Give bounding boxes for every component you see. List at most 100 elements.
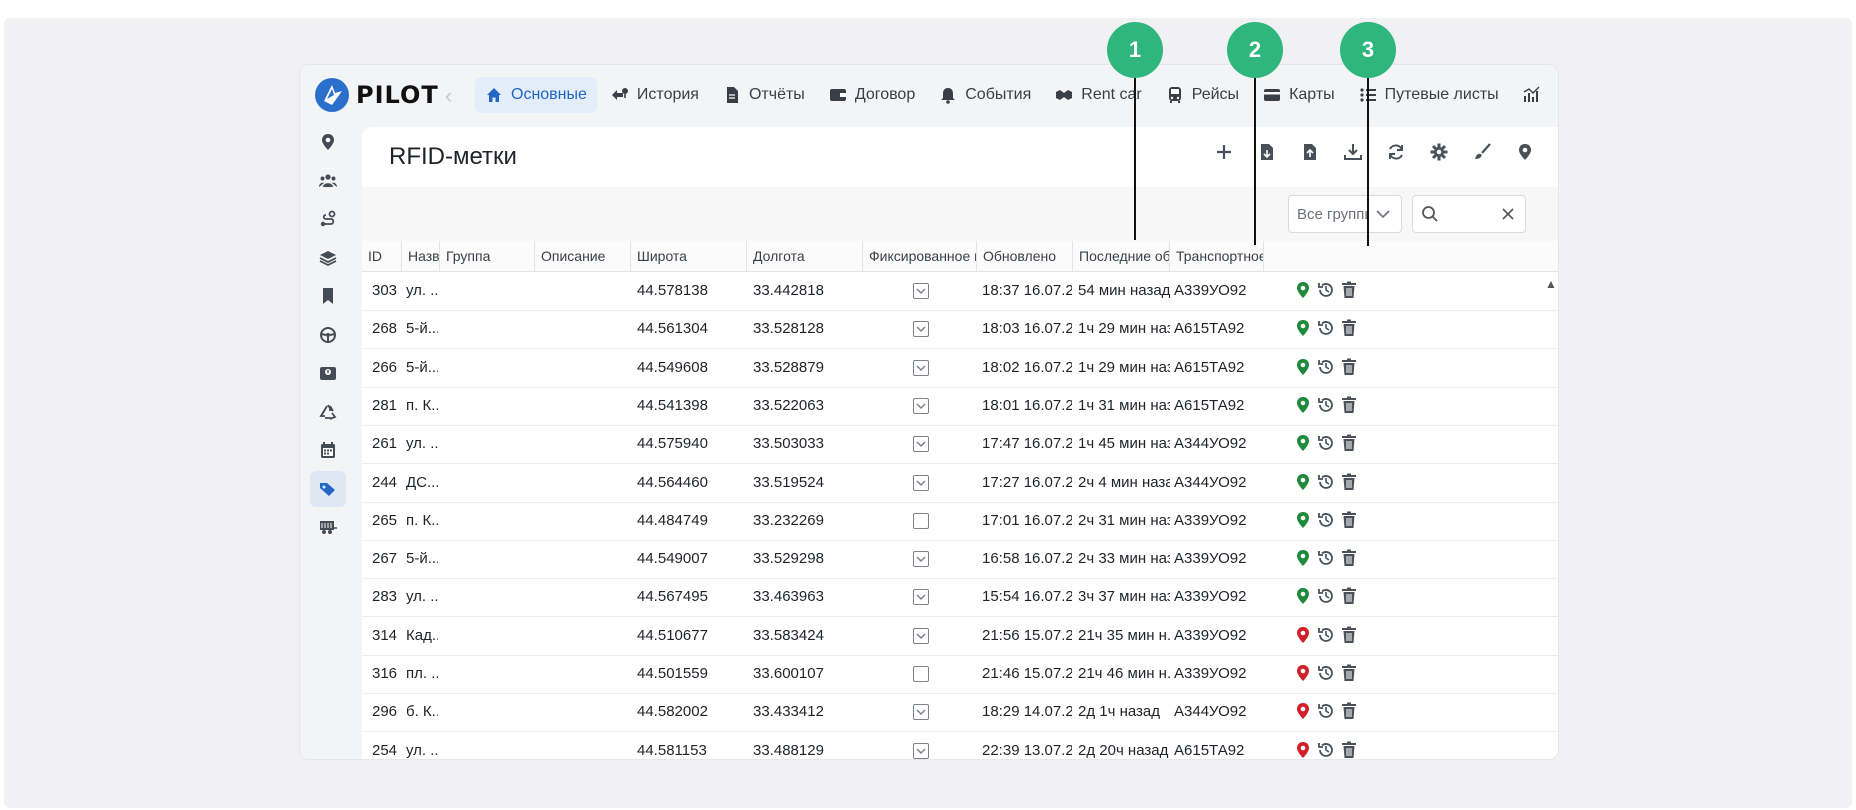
clear-icon[interactable] bbox=[1501, 207, 1515, 221]
delete-button[interactable] bbox=[1340, 702, 1360, 722]
sidebar-item-map-pin[interactable] bbox=[317, 131, 339, 153]
sidebar-item-recycle[interactable] bbox=[317, 401, 339, 423]
show-on-map-button[interactable] bbox=[1294, 664, 1314, 684]
column-header[interactable]: Долгота bbox=[747, 241, 863, 271]
nav-item-8[interactable]: Карты bbox=[1253, 77, 1345, 113]
nav-item-2[interactable]: История bbox=[601, 77, 709, 113]
history-button[interactable] bbox=[1317, 396, 1337, 416]
delete-button[interactable] bbox=[1340, 511, 1360, 531]
delete-button[interactable] bbox=[1340, 741, 1360, 759]
table-row[interactable]: 265 п. К... 44.484749 33.232269 17:01 16.07.… bbox=[362, 502, 1558, 541]
column-header[interactable]: Название bbox=[402, 241, 440, 271]
column-header[interactable]: Широта bbox=[631, 241, 747, 271]
show-on-map-button[interactable] bbox=[1294, 511, 1314, 531]
show-on-map-button[interactable] bbox=[1294, 741, 1314, 759]
fixed-place-checkbox[interactable] bbox=[913, 512, 929, 529]
nav-item-9[interactable]: Путевые листы bbox=[1349, 77, 1509, 113]
table-row[interactable]: 254 ул. ... 44.581153 33.488129 22:39 13.07.… bbox=[362, 732, 1558, 759]
show-on-map-button[interactable] bbox=[1294, 281, 1314, 301]
nav-item-5[interactable]: События bbox=[929, 77, 1041, 113]
fixed-place-checkbox[interactable] bbox=[913, 283, 929, 299]
nav-item-7[interactable]: Рейсы bbox=[1156, 77, 1249, 113]
history-button[interactable] bbox=[1317, 702, 1337, 722]
table-row[interactable]: 266 5-й... 44.549608 33.528879 18:02 16.07.2… bbox=[362, 349, 1558, 388]
settings-button[interactable] bbox=[1428, 141, 1450, 163]
table-row[interactable]: 281 п. К... 44.541398 33.522063 18:01 16.07.… bbox=[362, 387, 1558, 426]
table-row[interactable]: 268 5-й... 44.561304 33.528128 18:03 16.07.2… bbox=[362, 310, 1558, 350]
column-header[interactable]: Описание bbox=[535, 241, 631, 271]
sidebar-item-users[interactable] bbox=[317, 170, 339, 192]
show-on-map-button[interactable] bbox=[1294, 358, 1314, 378]
export-button[interactable] bbox=[1299, 141, 1321, 163]
plus-button[interactable] bbox=[1213, 141, 1235, 163]
history-button[interactable] bbox=[1317, 358, 1337, 378]
show-on-map-button[interactable] bbox=[1294, 626, 1314, 646]
delete-button[interactable] bbox=[1340, 434, 1360, 454]
delete-button[interactable] bbox=[1340, 549, 1360, 569]
table-row[interactable]: 296 б. К... 44.582002 33.433412 18:29 14.07.… bbox=[362, 693, 1558, 733]
fixed-place-checkbox[interactable] bbox=[913, 627, 929, 644]
table-row[interactable]: 314 Кад... 44.510677 33.583424 21:56 15.07.2… bbox=[362, 617, 1558, 656]
table-row[interactable]: 316 пл. ... 44.501559 33.600107 21:46 15.07.… bbox=[362, 655, 1558, 694]
show-on-map-button[interactable] bbox=[1294, 473, 1314, 493]
fixed-place-checkbox[interactable] bbox=[913, 742, 929, 759]
table-row[interactable]: 283 ул. ... 44.567495 33.463963 15:54 16.07.… bbox=[362, 578, 1558, 618]
map-pin-button[interactable] bbox=[1514, 141, 1536, 163]
nav-scroll-left-icon[interactable]: ‹ bbox=[445, 83, 452, 109]
nav-item-1[interactable]: Основные bbox=[475, 77, 597, 113]
table-row[interactable]: 267 5-й... 44.549007 33.529298 16:58 16.07. 2… bbox=[362, 540, 1558, 580]
history-button[interactable] bbox=[1317, 549, 1337, 569]
nav-item-3[interactable]: Отчёты bbox=[713, 77, 815, 113]
sidebar-item-tags[interactable] bbox=[317, 478, 339, 500]
import-button[interactable] bbox=[1256, 141, 1278, 163]
fixed-place-checkbox[interactable] bbox=[913, 551, 929, 568]
group-filter-select[interactable]: Все группы bbox=[1288, 195, 1402, 233]
history-button[interactable] bbox=[1317, 319, 1337, 339]
fixed-place-checkbox[interactable] bbox=[913, 589, 929, 606]
fixed-place-checkbox[interactable] bbox=[913, 359, 929, 376]
history-button[interactable] bbox=[1317, 626, 1337, 646]
column-header[interactable]: Обновлено bbox=[977, 241, 1073, 271]
fixed-place-checkbox[interactable] bbox=[913, 666, 929, 682]
column-header[interactable]: Группа bbox=[440, 241, 535, 271]
column-header[interactable]: Последние обновления bbox=[1073, 241, 1170, 271]
sidebar-item-calendar[interactable] bbox=[317, 439, 339, 461]
show-on-map-button[interactable] bbox=[1294, 587, 1314, 607]
show-on-map-button[interactable] bbox=[1294, 549, 1314, 569]
table-row[interactable]: 244 ДС... 44.564460 33.519524 17:27 16.07.2.… bbox=[362, 464, 1558, 503]
search-input[interactable] bbox=[1412, 195, 1526, 233]
delete-button[interactable] bbox=[1340, 626, 1360, 646]
column-header[interactable]: ID bbox=[362, 241, 402, 271]
delete-button[interactable] bbox=[1340, 396, 1360, 416]
history-button[interactable] bbox=[1317, 281, 1337, 301]
download-button[interactable] bbox=[1342, 141, 1364, 163]
sidebar-item-bookmark[interactable] bbox=[317, 285, 339, 307]
delete-button[interactable] bbox=[1340, 587, 1360, 607]
sidebar-item-trailer[interactable] bbox=[317, 516, 339, 538]
fixed-place-checkbox[interactable] bbox=[913, 436, 929, 453]
delete-button[interactable] bbox=[1340, 281, 1360, 301]
delete-button[interactable] bbox=[1340, 319, 1360, 339]
brush-button[interactable] bbox=[1471, 141, 1493, 163]
history-button[interactable] bbox=[1317, 741, 1337, 759]
fixed-place-checkbox[interactable] bbox=[913, 321, 929, 338]
show-on-map-button[interactable] bbox=[1294, 396, 1314, 416]
nav-item-4[interactable]: Договор bbox=[819, 77, 925, 113]
logo[interactable]: PILOT bbox=[314, 77, 439, 113]
fixed-place-checkbox[interactable] bbox=[913, 474, 929, 491]
sidebar-item-steering-wheel[interactable] bbox=[317, 324, 339, 346]
delete-button[interactable] bbox=[1340, 358, 1360, 378]
history-button[interactable] bbox=[1317, 434, 1337, 454]
sidebar-item-fuel-card[interactable] bbox=[317, 362, 339, 384]
fixed-place-checkbox[interactable] bbox=[913, 397, 929, 414]
nav-item-analytics[interactable] bbox=[1513, 77, 1558, 113]
history-button[interactable] bbox=[1317, 511, 1337, 531]
history-button[interactable] bbox=[1317, 587, 1337, 607]
delete-button[interactable] bbox=[1340, 664, 1360, 684]
show-on-map-button[interactable] bbox=[1294, 702, 1314, 722]
column-header[interactable]: Фиксированное место bbox=[863, 241, 977, 271]
fixed-place-checkbox[interactable] bbox=[913, 704, 929, 721]
show-on-map-button[interactable] bbox=[1294, 319, 1314, 339]
history-button[interactable] bbox=[1317, 473, 1337, 493]
table-row[interactable]: 303 ул. ... 44.578138 33.442818 18:37 16.07.… bbox=[362, 272, 1558, 311]
